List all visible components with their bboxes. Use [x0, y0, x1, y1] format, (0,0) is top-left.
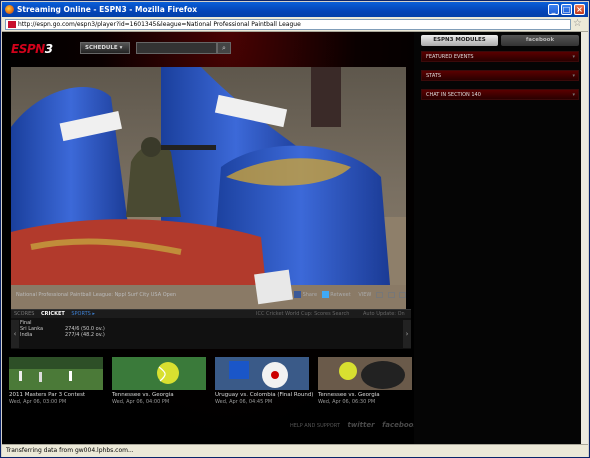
thumbnail-time: Wed, Apr 06, 04:45 PM: [215, 399, 273, 405]
status-bar: Transferring data from gw004.lphbs.com..…: [2, 444, 588, 457]
address-bar: http://espn.go.com/espn3/player?id=16013…: [2, 17, 588, 32]
close-button[interactable]: ×: [574, 4, 585, 15]
scores-label: SCORES: [14, 311, 35, 317]
site-favicon: [8, 21, 16, 28]
twitter-retweet-icon[interactable]: [321, 291, 329, 298]
video-tools: Share Retweet VIEW: [294, 291, 409, 301]
event-thumbnail[interactable]: Tennessee vs. Georgia Wed, Apr 06, 06:30…: [318, 357, 412, 412]
main-area: ESPN3 SCHEDULE ▾ ⌕ National Professional…: [2, 32, 418, 444]
thumbnail-image: [112, 357, 206, 390]
minimize-button[interactable]: _: [548, 4, 559, 15]
panel-label: FEATURED EVENTS: [426, 54, 474, 60]
schedule-dropdown[interactable]: SCHEDULE ▾: [80, 42, 130, 54]
view-label: VIEW: [358, 292, 372, 298]
thumbnail-image: [318, 357, 412, 390]
search-icon[interactable]: ⌕: [217, 42, 231, 54]
score-card[interactable]: Final Sri Lanka 274/6 (50.0 ov.) India 277…: [20, 320, 105, 338]
maximize-button[interactable]: □: [561, 4, 572, 15]
video-frame: [11, 67, 406, 321]
view-medium-icon[interactable]: [387, 291, 395, 298]
thumbnail-title: Tennessee vs. Georgia: [318, 392, 380, 398]
event-thumbnail[interactable]: 2011 Masters Par 3 Contest Wed, Apr 06, …: [9, 357, 103, 412]
thumbnail-title: Uruguay vs. Colombia (Final Round): [215, 392, 314, 398]
url-field[interactable]: http://espn.go.com/espn3/player?id=16013…: [5, 19, 571, 30]
event-thumbnail[interactable]: Uruguay vs. Colombia (Final Round) Wed, …: [215, 357, 314, 412]
video-caption: National Professional Paintball League: …: [16, 292, 177, 298]
browser-window: Streaming Online - ESPN3 - Mozilla Firef…: [0, 0, 590, 458]
retweet-label[interactable]: Retweet: [330, 292, 351, 298]
scoreboard: SCORES CRICKET SPORTS ▸ ICC Cricket Worl…: [11, 309, 411, 349]
status-text: Transferring data from gw004.lphbs.com..…: [6, 447, 134, 454]
share-label[interactable]: Share: [303, 292, 317, 298]
panel-label: CHAT IN SECTION 140: [426, 92, 481, 98]
thumbnail-time: Wed, Apr 06, 06:30 PM: [318, 399, 376, 405]
team2-name: India: [20, 332, 33, 338]
chat-panel[interactable]: CHAT IN SECTION 140 ▾: [421, 89, 579, 100]
score-tabs: SCORES CRICKET SPORTS ▸ ICC Cricket Worl…: [11, 310, 411, 318]
tab-sports[interactable]: SPORTS ▸: [71, 311, 95, 317]
view-large-icon[interactable]: [399, 291, 407, 298]
score-league-text: ICC Cricket World Cup: Scores Search: [256, 311, 350, 317]
logo-3: 3: [44, 42, 53, 56]
tab-cricket[interactable]: CRICKET: [41, 311, 65, 317]
event-thumbnail[interactable]: Tennessee vs. Georgia Wed, Apr 06, 04:00…: [112, 357, 206, 412]
thumbnail-title: Tennessee vs. Georgia: [112, 392, 174, 398]
espn3-logo[interactable]: ESPN3: [11, 42, 53, 56]
firefox-icon: [5, 5, 14, 14]
url-text: http://espn.go.com/espn3/player?id=16013…: [18, 21, 301, 28]
facebook-share-icon[interactable]: [294, 291, 301, 298]
sidebar-tabs: ESPN3 MODULES facebook: [421, 35, 579, 46]
next-score-button[interactable]: ›: [403, 320, 411, 348]
twitter-link[interactable]: twitter: [347, 421, 374, 429]
panel-label: STATS: [426, 73, 442, 79]
stats-panel[interactable]: STATS ▾: [421, 70, 579, 81]
team2-score: 277/4 (48.2 ov.): [65, 332, 105, 338]
help-support-link[interactable]: HELP AND SUPPORT: [290, 423, 340, 429]
event-thumbnails: 2011 Masters Par 3 Contest Wed, Apr 06, …: [9, 357, 414, 417]
logo-espn: ESPN: [11, 42, 45, 56]
expand-icon: ▾: [572, 73, 575, 79]
title-bar: Streaming Online - ESPN3 - Mozilla Firef…: [2, 2, 588, 17]
sidebar: ESPN3 MODULES facebook FEATURED EVENTS ▾ …: [414, 32, 588, 444]
bookmark-star-icon[interactable]: ☆: [573, 18, 582, 29]
tab-espn3-modules[interactable]: ESPN3 MODULES: [421, 35, 498, 46]
featured-events-panel[interactable]: FEATURED EVENTS ▾: [421, 51, 579, 62]
auto-update-text[interactable]: Auto Update: On: [363, 310, 405, 318]
thumbnail-image: [215, 357, 309, 390]
view-small-icon[interactable]: [375, 291, 383, 298]
video-player[interactable]: [11, 67, 406, 321]
search-input[interactable]: [136, 42, 217, 54]
expand-icon: ▾: [572, 54, 575, 60]
expand-icon: ▾: [572, 92, 575, 98]
window-title: Streaming Online - ESPN3 - Mozilla Firef…: [17, 5, 198, 14]
thumbnail-title: 2011 Masters Par 3 Contest: [9, 392, 86, 398]
prev-score-button[interactable]: ‹: [11, 320, 19, 348]
facebook-link[interactable]: facebook: [382, 421, 418, 429]
page-content: ESPN3 SCHEDULE ▾ ⌕ National Professional…: [2, 32, 588, 444]
tab-facebook[interactable]: facebook: [501, 35, 579, 46]
thumbnail-time: Wed, Apr 06, 03:00 PM: [9, 399, 67, 405]
thumbnail-image: [9, 357, 103, 390]
vertical-scrollbar[interactable]: [581, 32, 588, 444]
page-footer: HELP AND SUPPORT twitter facebook: [290, 421, 418, 429]
thumbnail-time: Wed, Apr 06, 04:00 PM: [112, 399, 170, 405]
